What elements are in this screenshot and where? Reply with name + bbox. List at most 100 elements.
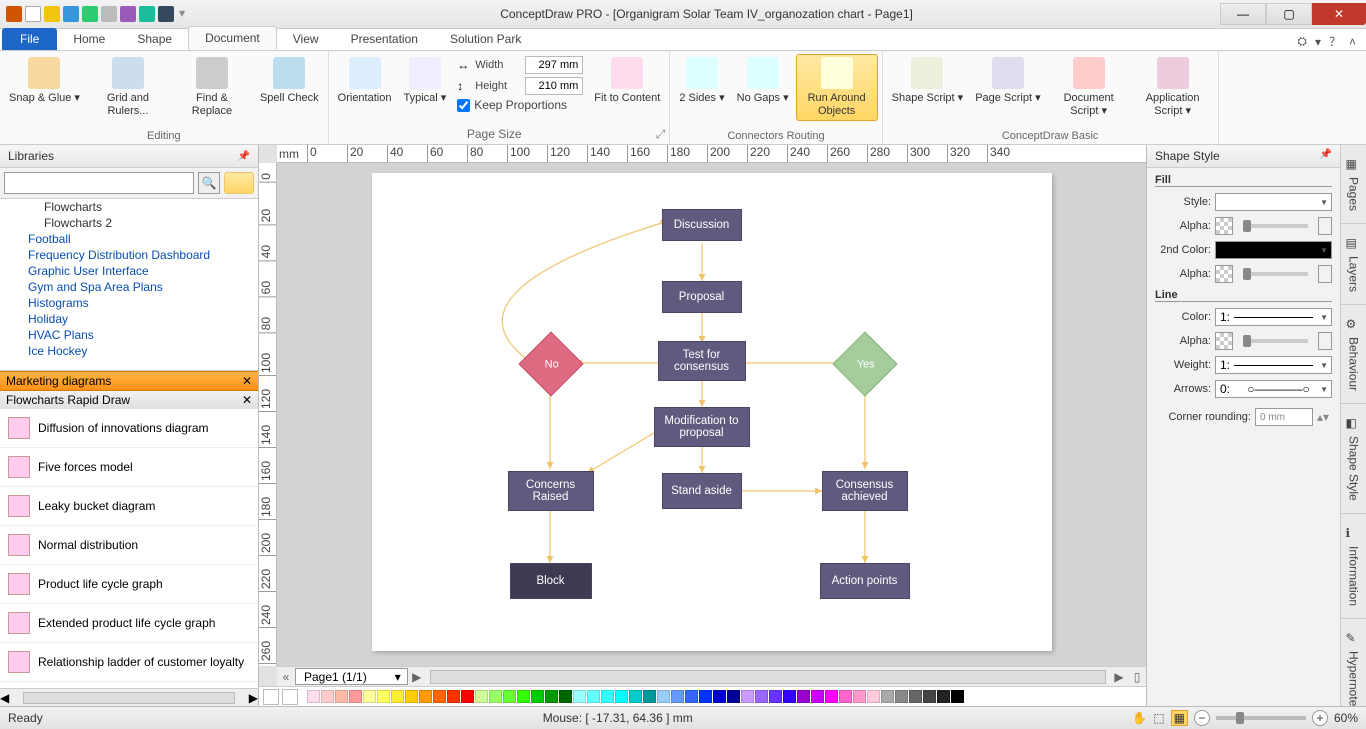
color-swatch[interactable]	[615, 690, 628, 703]
qat-undo-icon[interactable]	[120, 6, 136, 22]
fit-icon[interactable]: ▦	[1171, 710, 1188, 726]
color-swatch[interactable]	[517, 690, 530, 703]
orientation-button[interactable]: Orientation	[333, 54, 397, 114]
page-prev-all[interactable]: «	[277, 670, 295, 684]
tab-solution-park[interactable]: Solution Park	[434, 28, 537, 50]
tree-node[interactable]: Frequency Distribution Dashboard	[0, 247, 258, 263]
color-swatch[interactable]	[405, 690, 418, 703]
color-swatch[interactable]	[643, 690, 656, 703]
color-swatch[interactable]	[923, 690, 936, 703]
page[interactable]: Discussion Proposal Test for consensus M…	[372, 173, 1052, 651]
library-view-toggle[interactable]	[224, 172, 254, 194]
qat-new-icon[interactable]	[25, 6, 41, 22]
color-swatch[interactable]	[741, 690, 754, 703]
color-swatch[interactable]	[335, 690, 348, 703]
fill-style-dropdown[interactable]	[1215, 193, 1332, 211]
color-swatch[interactable]	[671, 690, 684, 703]
collapse-ribbon-icon[interactable]: ˄	[1349, 35, 1356, 49]
flow-decision-no[interactable]: No	[518, 331, 583, 396]
qat-print-icon[interactable]	[101, 6, 117, 22]
hand-tool-icon[interactable]: ✋	[1132, 711, 1147, 725]
fill-tool-icon[interactable]	[263, 689, 279, 705]
color-swatch[interactable]	[587, 690, 600, 703]
nofill-tool-icon[interactable]	[282, 689, 298, 705]
color-swatch[interactable]	[769, 690, 782, 703]
drawing-canvas[interactable]: Discussion Proposal Test for consensus M…	[277, 163, 1146, 666]
tree-node[interactable]: Graphic User Interface	[0, 263, 258, 279]
page-scroll-right[interactable]: ▶	[1110, 670, 1128, 684]
zoom-slider[interactable]	[1216, 716, 1306, 720]
select-tool-icon[interactable]: ⬚	[1153, 711, 1164, 725]
color-swatch[interactable]	[391, 690, 404, 703]
flow-node-action[interactable]: Action points	[820, 563, 910, 599]
qat-icon[interactable]	[82, 6, 98, 22]
page-selector[interactable]: Page1 (1/1)	[295, 668, 408, 685]
color-swatch[interactable]	[433, 690, 446, 703]
second-alpha-slider[interactable]	[1243, 272, 1308, 276]
color-swatch[interactable]	[573, 690, 586, 703]
qat-icon[interactable]	[6, 6, 22, 22]
color-swatch[interactable]	[685, 690, 698, 703]
library-search-input[interactable]	[4, 172, 194, 194]
alpha-swatch[interactable]	[1215, 332, 1233, 350]
color-swatch[interactable]	[783, 690, 796, 703]
tab-hypernote[interactable]: ✎Hypernote	[1341, 619, 1366, 719]
file-tab[interactable]: File	[2, 28, 57, 50]
flow-node-stand[interactable]: Stand aside	[662, 473, 742, 509]
color-swatch[interactable]	[839, 690, 852, 703]
color-swatch[interactable]	[475, 690, 488, 703]
color-swatch[interactable]	[489, 690, 502, 703]
width-input[interactable]	[525, 56, 583, 74]
color-swatch[interactable]	[601, 690, 614, 703]
color-swatch[interactable]	[867, 690, 880, 703]
snap-glue-button[interactable]: Snap & Glue ▾	[4, 54, 85, 121]
find-replace-button[interactable]: Find & Replace	[171, 54, 253, 121]
color-swatch[interactable]	[909, 690, 922, 703]
tree-node[interactable]: Football	[0, 231, 258, 247]
flow-node-discussion[interactable]: Discussion	[662, 209, 742, 241]
color-swatch[interactable]	[363, 690, 376, 703]
color-swatch[interactable]	[811, 690, 824, 703]
tab-presentation[interactable]: Presentation	[335, 28, 434, 50]
library-stack-flowcharts[interactable]: Flowcharts Rapid Draw✕	[0, 390, 258, 409]
tab-information[interactable]: ℹInformation	[1341, 514, 1366, 619]
qat-redo-icon[interactable]	[139, 6, 155, 22]
shape-item[interactable]: Product life cycle graph	[0, 565, 258, 604]
tree-node[interactable]: Flowcharts	[0, 199, 258, 215]
qat-open-icon[interactable]	[44, 6, 60, 22]
color-swatch[interactable]	[629, 690, 642, 703]
page-script-button[interactable]: Page Script ▾	[970, 54, 1045, 121]
color-swatch[interactable]	[881, 690, 894, 703]
qat-icon[interactable]	[158, 6, 174, 22]
qat-dropdown-icon[interactable]: ▾	[177, 6, 187, 22]
fit-content-button[interactable]: Fit to Content	[589, 54, 665, 114]
color-swatch[interactable]	[727, 690, 740, 703]
second-color-dropdown[interactable]	[1215, 241, 1332, 259]
color-swatch[interactable]	[321, 690, 334, 703]
color-swatch[interactable]	[895, 690, 908, 703]
help-icon[interactable]: ？	[1329, 33, 1341, 50]
arrows-dropdown[interactable]: 0:○————○	[1215, 380, 1332, 398]
tree-node[interactable]: Flowcharts 2	[0, 215, 258, 231]
flow-node-block[interactable]: Block	[510, 563, 592, 599]
color-swatch[interactable]	[755, 690, 768, 703]
keep-proportions-checkbox[interactable]	[457, 99, 470, 112]
tab-shape[interactable]: Shape	[121, 28, 188, 50]
shape-item[interactable]: Relationship ladder of customer loyalty	[0, 643, 258, 682]
alpha-swatch[interactable]	[1215, 265, 1233, 283]
tab-behaviour[interactable]: ⚙Behaviour	[1341, 305, 1366, 404]
shape-item[interactable]: Five forces model	[0, 448, 258, 487]
tab-pages[interactable]: ▦Pages	[1341, 145, 1366, 224]
tree-node[interactable]: Gym and Spa Area Plans	[0, 279, 258, 295]
zoom-out-button[interactable]: −	[1194, 710, 1210, 726]
tree-node[interactable]: HVAC Plans	[0, 327, 258, 343]
application-script-button[interactable]: Application Script ▾	[1132, 54, 1214, 121]
color-swatch[interactable]	[853, 690, 866, 703]
grid-rulers-button[interactable]: Grid and Rulers...	[87, 54, 169, 121]
shape-item[interactable]: Extended product life cycle graph	[0, 604, 258, 643]
shape-script-button[interactable]: Shape Script ▾	[887, 54, 969, 121]
color-swatch[interactable]	[503, 690, 516, 703]
shape-item[interactable]: Normal distribution	[0, 526, 258, 565]
whatsnew-icon[interactable]: ▾	[1315, 35, 1321, 49]
search-icon[interactable]: 🔍	[198, 172, 220, 194]
